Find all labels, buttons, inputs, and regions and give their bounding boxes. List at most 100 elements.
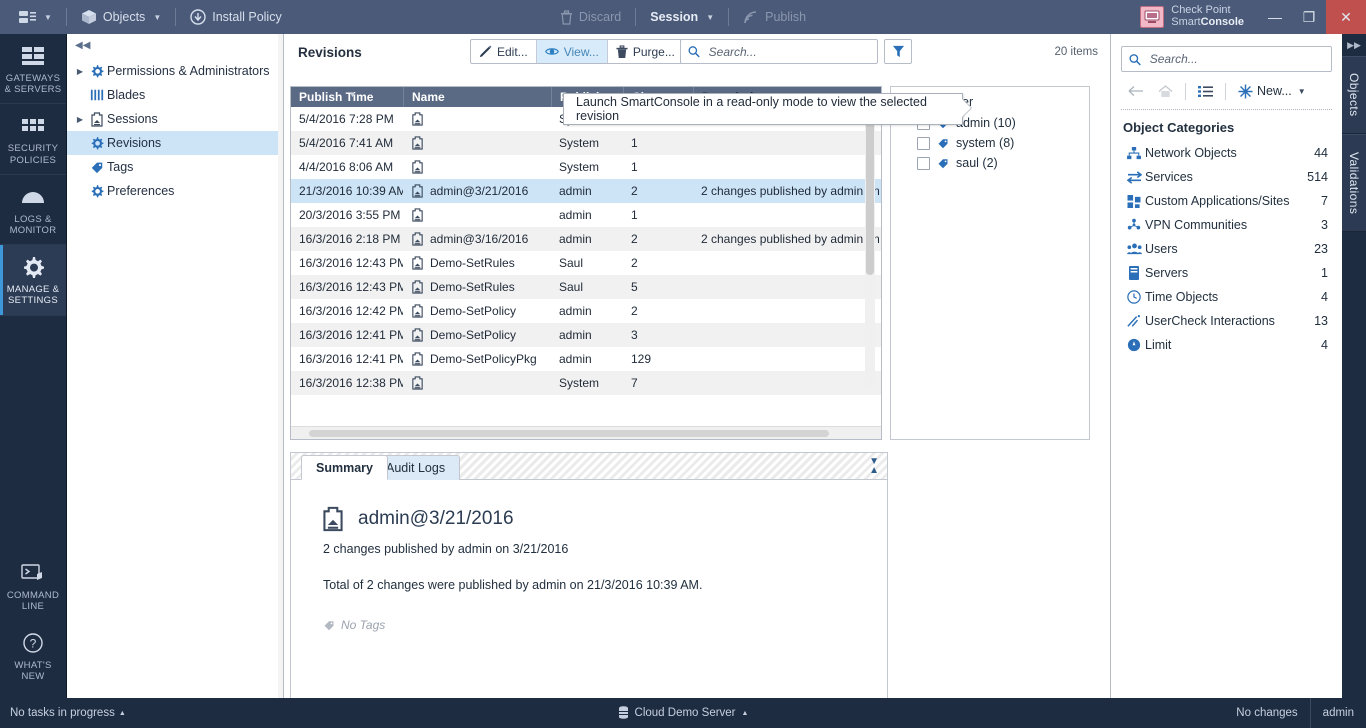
new-object-button[interactable]: New... ▼ xyxy=(1231,81,1313,102)
table-row[interactable]: 4/4/2016 8:06 AM System 1 xyxy=(291,155,881,179)
category-label: Users xyxy=(1145,242,1178,256)
object-category-row[interactable]: Time Objects 4 xyxy=(1111,285,1342,309)
brand-text: Check Point SmartConsole xyxy=(1171,4,1244,28)
publish-button[interactable]: Publish xyxy=(734,6,815,29)
objects-button[interactable]: Objects ▼ xyxy=(72,5,170,29)
tree-item-label: Blades xyxy=(107,88,146,102)
object-category-row[interactable]: UserCheck Interactions 13 xyxy=(1111,309,1342,333)
chevron-down-icon: ▼ xyxy=(153,12,162,22)
tree-item-preferences[interactable]: Preferences xyxy=(67,179,283,203)
chevron-up-icon: ▲ xyxy=(741,709,749,717)
search-icon xyxy=(688,46,700,58)
sidebar-item-security-policies[interactable]: SECURITY POLICIES xyxy=(0,104,66,175)
scrollbar-thumb[interactable] xyxy=(309,430,829,437)
session-icon xyxy=(87,111,107,127)
services-icon xyxy=(1123,170,1145,184)
table-row[interactable]: 16/3/2016 2:18 PM admin@3/16/2016 admin 2 2 … xyxy=(291,227,881,251)
tree-item-label: Tags xyxy=(107,160,134,174)
back-button[interactable] xyxy=(1121,82,1151,100)
tag-icon xyxy=(937,137,949,149)
view-button[interactable]: View... xyxy=(536,40,607,63)
scrollbar-thumb[interactable] xyxy=(866,107,874,275)
collapse-panel-button[interactable]: ◀◀ xyxy=(67,34,283,51)
objects-search-input[interactable] xyxy=(1147,51,1324,67)
filter-item[interactable]: saul (2) xyxy=(891,153,1089,173)
table-row[interactable]: 20/3/2016 3:55 PM admin 1 xyxy=(291,203,881,227)
checkbox[interactable] xyxy=(917,136,930,150)
table-row[interactable]: 21/3/2016 10:39 AM admin@3/21/2016 admin 2 2… xyxy=(291,179,881,203)
sidebar-item-whats-new[interactable]: ? WHAT'S NEW xyxy=(0,621,66,690)
object-category-row[interactable]: Servers 1 xyxy=(1111,261,1342,285)
tab-objects[interactable]: Objects xyxy=(1342,56,1366,134)
user-status[interactable]: admin xyxy=(1309,698,1366,728)
tasks-label: No tasks in progress xyxy=(10,707,115,719)
table-row[interactable]: 16/3/2016 12:43 PM Demo-SetRules Saul 5 xyxy=(291,275,881,299)
main-menu-button[interactable]: ▼ xyxy=(10,6,61,28)
tree-item-blades[interactable]: Blades xyxy=(67,83,283,107)
tasks-status[interactable]: No tasks in progress ▲ xyxy=(0,707,126,719)
search-input[interactable] xyxy=(706,43,870,60)
table-row[interactable]: 16/3/2016 12:38 PM System 7 xyxy=(291,371,881,395)
table-row[interactable]: 5/4/2016 7:41 AM System 1 xyxy=(291,131,881,155)
session-button[interactable]: Session ▼ xyxy=(641,6,723,28)
server-icon xyxy=(618,706,628,719)
close-button[interactable]: ✕ xyxy=(1326,0,1366,34)
column-header-publish-time[interactable]: Publish Time ▼ xyxy=(291,87,403,107)
tree-item-revisions[interactable]: Revisions xyxy=(67,131,283,155)
purge-button[interactable]: Purge... xyxy=(608,40,683,63)
table-row[interactable]: 16/3/2016 12:41 PM Demo-SetPolicyPkg admin… xyxy=(291,347,881,371)
object-category-row[interactable]: Limit 4 xyxy=(1111,333,1342,357)
table-row[interactable]: 16/3/2016 12:43 PM Demo-SetRules Saul 2 xyxy=(291,251,881,275)
objects-search-box[interactable] xyxy=(1121,46,1332,72)
brand-logo-group: Check Point SmartConsole xyxy=(1140,4,1244,28)
chevron-right-icon[interactable]: ▶ xyxy=(73,67,87,76)
tags-label: No Tags xyxy=(341,618,386,632)
revisions-search-box[interactable] xyxy=(680,39,878,64)
home-button[interactable] xyxy=(1151,82,1180,101)
sidebar-item-command-line[interactable]: COMMAND LINE xyxy=(0,551,66,620)
tab-summary[interactable]: Summary xyxy=(301,455,388,480)
filter-button[interactable] xyxy=(884,39,912,64)
server-label: Cloud Demo Server xyxy=(634,707,736,719)
cell-name: Demo-SetRules xyxy=(403,256,551,270)
table-row[interactable]: 16/3/2016 12:41 PM Demo-SetPolicy admin 3 xyxy=(291,323,881,347)
expand-right-panel-button[interactable]: ▶▶ xyxy=(1342,34,1366,56)
filter-item[interactable]: system (8) xyxy=(891,133,1089,153)
object-category-row[interactable]: Custom Applications/Sites 7 xyxy=(1111,189,1342,213)
sort-indicator-icon: ▼ xyxy=(349,92,356,99)
chevron-right-icon[interactable]: ▶ xyxy=(73,115,87,124)
session-icon xyxy=(411,256,424,270)
chevron-down-icon[interactable]: ▼ xyxy=(1298,87,1306,96)
tree-scrollbar[interactable] xyxy=(278,34,283,698)
server-status[interactable]: Cloud Demo Server ▲ xyxy=(0,706,1366,720)
sidebar-item-logs-monitor[interactable]: LOGS & MONITOR xyxy=(0,175,66,246)
session-icon xyxy=(411,184,424,198)
minimize-button[interactable]: — xyxy=(1258,0,1292,34)
edit-button[interactable]: Edit... xyxy=(471,40,536,63)
table-vertical-scrollbar[interactable] xyxy=(865,107,875,387)
cell-changes: 1 xyxy=(631,160,638,174)
sidebar-item-gateways-servers[interactable]: GATEWAYS & SERVERS xyxy=(0,34,66,105)
tab-validations[interactable]: Validations xyxy=(1342,134,1366,232)
table-row[interactable]: 16/3/2016 12:42 PM Demo-SetPolicy admin 2 xyxy=(291,299,881,323)
cell-name xyxy=(403,208,551,222)
tree-item-permissions-administrators[interactable]: ▶ Permissions & Administrators xyxy=(67,59,283,83)
object-category-row[interactable]: VPN Communities 3 xyxy=(1111,213,1342,237)
changes-status[interactable]: No changes xyxy=(1224,698,1309,728)
restore-button[interactable]: ❐ xyxy=(1292,0,1326,34)
column-header-name[interactable]: Name xyxy=(403,87,551,107)
install-policy-button[interactable]: Install Policy xyxy=(181,5,290,29)
checkbox[interactable] xyxy=(917,156,930,170)
discard-button[interactable]: Discard xyxy=(551,6,630,29)
object-category-row[interactable]: Services 514 xyxy=(1111,165,1342,189)
object-category-row[interactable]: Network Objects 44 xyxy=(1111,141,1342,165)
list-view-button[interactable] xyxy=(1191,82,1220,101)
policies-icon xyxy=(2,113,64,139)
table-horizontal-scrollbar[interactable] xyxy=(291,426,881,439)
tree-item-sessions[interactable]: ▶ Sessions xyxy=(67,107,283,131)
object-category-row[interactable]: Users 23 xyxy=(1111,237,1342,261)
expand-collapse-button[interactable]: ▼ ▲ xyxy=(869,457,879,476)
tree-item-tags[interactable]: Tags xyxy=(67,155,283,179)
cell-changes: 2 xyxy=(631,256,638,270)
sidebar-item-manage-settings[interactable]: MANAGE & SETTINGS xyxy=(0,245,66,316)
